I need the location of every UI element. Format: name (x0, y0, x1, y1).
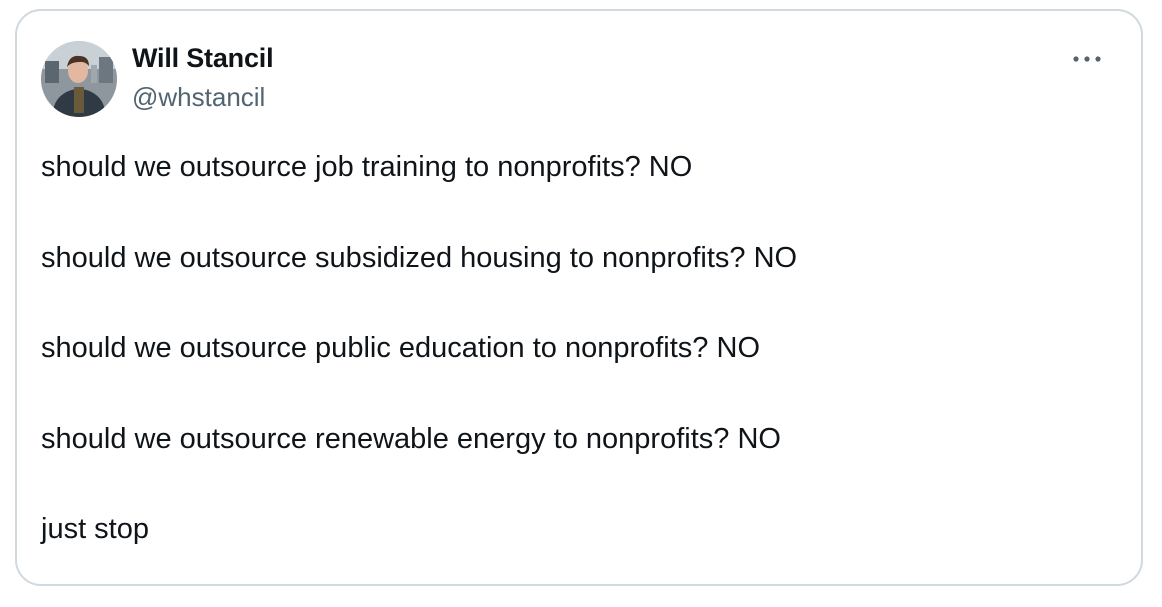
avatar-image (41, 41, 117, 117)
tweet-card[interactable]: Will Stancil @whstancil should we outsou… (15, 9, 1143, 586)
tweet-line: should we outsource renewable energy to … (41, 422, 781, 455)
tweet-line: just stop (41, 513, 149, 545)
tweet-text: should we outsource job training to nonp… (41, 144, 1121, 597)
more-options-button[interactable] (1067, 39, 1107, 79)
more-horizontal-icon (1073, 56, 1101, 62)
tweet-line: should we outsource public education to … (41, 332, 760, 364)
tweet-line: should we outsource subsidized housing t… (41, 241, 798, 274)
avatar[interactable] (41, 41, 117, 117)
author-name[interactable]: Will Stancil (132, 43, 274, 74)
tweet-line: should we outsource job training to nonp… (41, 151, 693, 183)
author-handle[interactable]: @whstancil (132, 82, 265, 113)
